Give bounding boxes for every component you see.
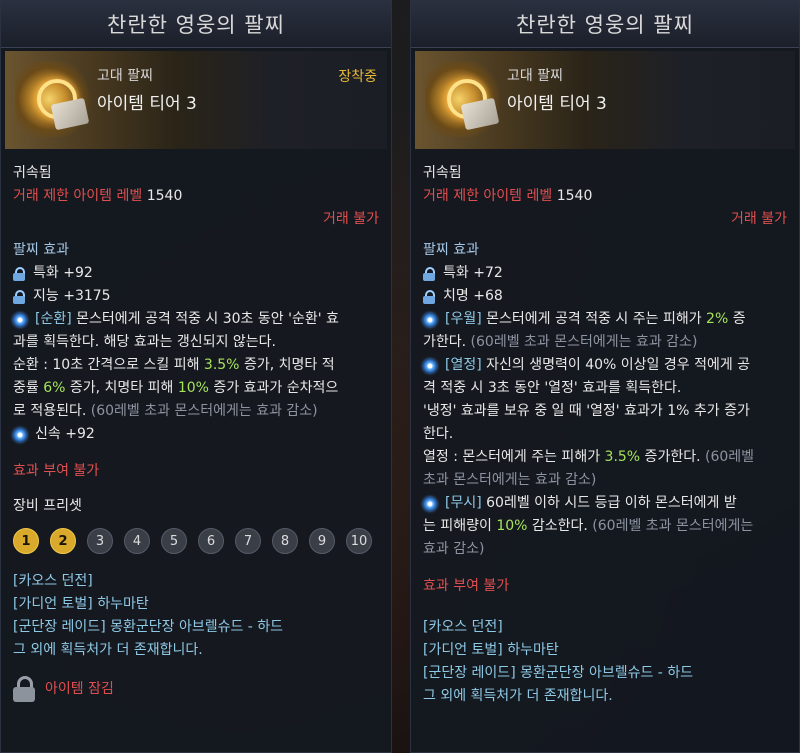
padlock-icon (13, 676, 35, 702)
item-header: 고대 팔찌 아이템 티어 3 (415, 51, 795, 149)
source-legion-raid: [군단장 레이드] 몽환군단장 아브렐슈드 - 하드 (423, 665, 694, 681)
no-effect-label: 효과 부여 불가 (13, 463, 100, 479)
preset-9[interactable]: 9 (309, 528, 335, 554)
effect-disregard-line3: 효과 감소) (423, 541, 485, 557)
equipped-badge: 장착중 (338, 69, 377, 85)
item-name: 찬란한 영웅의 팔찌 (1, 1, 391, 48)
effect-superiority: [우월] 몬스터에게 공격 적중 시 주는 피해가 2% 증 (423, 308, 787, 331)
preset-7[interactable]: 7 (235, 528, 261, 554)
effect-swirl-icon (423, 312, 437, 327)
acquisition-sources: [카오스 던전] [가디언 토벌] 하누마탄 [군단장 레이드] 몽환군단장 아… (423, 616, 787, 708)
source-chaos-dungeon: [카오스 던전] (13, 573, 93, 589)
preset-8[interactable]: 8 (272, 528, 298, 554)
effect-cycle-line3: 순환 : 10초 간격으로 스킬 피해 3.5% 증가, 치명타 적 (13, 357, 335, 373)
effect-passion-line6: 초과 몬스터에게는 효과 감소) (423, 472, 597, 488)
bound-status: 귀속됨 (423, 165, 462, 181)
effect-passion-line5: 열정 : 몬스터에게 주는 피해가 3.5% 증가한다. (60레벨 (423, 449, 755, 465)
effect-superiority-line2: 가한다. (60레벨 초과 몬스터에게는 효과 감소) (423, 334, 698, 350)
lock-icon (13, 289, 25, 304)
acquisition-sources: [카오스 던전] [가디언 토벌] 하누마탄 [군단장 레이드] 몽환군단장 아… (13, 570, 379, 662)
source-chaos-dungeon: [카오스 던전] (423, 619, 503, 635)
bound-status: 귀속됨 (13, 165, 52, 181)
preset-6[interactable]: 6 (198, 528, 224, 554)
effect-cycle-line5: 로 적용된다. (60레벨 초과 몬스터에게는 효과 감소) (13, 403, 318, 419)
preset-10[interactable]: 10 (346, 528, 372, 554)
stat-specialization: 특화 +72 (423, 262, 787, 285)
effects-title: 팔찌 효과 (13, 242, 69, 258)
no-effect-label: 효과 부여 불가 (423, 578, 510, 594)
preset-title: 장비 프리셋 (13, 498, 82, 514)
lock-icon (423, 266, 435, 281)
source-guardian: [가디언 토벌] 하누마탄 (13, 596, 149, 612)
no-trade-label: 거래 불가 (323, 211, 379, 227)
item-tooltip-equipped: 찬란한 영웅의 팔찌 고대 팔찌 아이템 티어 3 장착중 귀속됨 거래 제한 … (0, 0, 392, 753)
tooltip-body: 귀속됨 거래 제한 아이템 레벨 1540 거래 불가 팔찌 효과 특화 +72… (411, 162, 799, 708)
item-tier: 아이템 티어 3 (507, 94, 607, 114)
item-name: 찬란한 영웅의 팔찌 (411, 1, 799, 48)
effect-passion-line2: 격 적중 시 3초 동안 '열정' 효과를 획득한다. (423, 380, 682, 396)
stat-swiftness: 신속 +92 (13, 423, 379, 446)
effect-disregard: [무시] 60레벨 이하 시드 등급 이하 몬스터에게 받 (423, 492, 787, 515)
effect-swirl-icon (423, 358, 437, 373)
bracelet-icon (425, 61, 501, 137)
trade-level: 거래 제한 아이템 레벨 1540 (423, 188, 593, 204)
item-type: 고대 팔찌 (97, 68, 153, 84)
preset-3[interactable]: 3 (87, 528, 113, 554)
lock-icon (423, 289, 435, 304)
preset-1[interactable]: 1 (13, 528, 39, 554)
preset-2[interactable]: 2 (50, 528, 76, 554)
stat-specialization: 특화 +92 (13, 262, 379, 285)
effect-passion-line3: '냉정' 효과를 보유 중 일 때 '열정' 효과가 1% 추가 증가 (423, 403, 750, 419)
effect-cycle: [순환] 몬스터에게 공격 적중 시 30초 동안 '순환' 효 (13, 308, 379, 331)
stat-intelligence: 지능 +3175 (13, 285, 379, 308)
effect-swirl-icon (13, 427, 27, 442)
effect-swirl-icon (423, 496, 437, 511)
item-locked: 아이템 잠김 (13, 676, 379, 702)
source-guardian: [가디언 토벌] 하누마탄 (423, 642, 559, 658)
effect-cycle-line4: 중률 6% 증가, 치명타 피해 10% 증가 효과가 순차적으 (13, 380, 339, 396)
effect-passion-line4: 한다. (423, 426, 454, 442)
source-more: 그 외에 획득처가 더 존재합니다. (13, 642, 203, 658)
item-tier: 아이템 티어 3 (97, 94, 197, 114)
no-trade-label: 거래 불가 (731, 211, 787, 227)
effect-cycle-line2: 과를 획득한다. 해당 효과는 갱신되지 않는다. (13, 334, 276, 350)
preset-5[interactable]: 5 (161, 528, 187, 554)
source-legion-raid: [군단장 레이드] 몽환군단장 아브렐슈드 - 하드 (13, 619, 284, 635)
item-header: 고대 팔찌 아이템 티어 3 장착중 (5, 51, 387, 149)
effects-title: 팔찌 효과 (423, 242, 479, 258)
source-more: 그 외에 획득처가 더 존재합니다. (423, 688, 613, 704)
tooltip-body: 귀속됨 거래 제한 아이템 레벨 1540 거래 불가 팔찌 효과 특화 +92… (1, 162, 391, 702)
lock-icon (13, 266, 25, 281)
item-type: 고대 팔찌 (507, 68, 563, 84)
effect-passion: [열정] 자신의 생명력이 40% 이상일 경우 적에게 공 (423, 354, 787, 377)
bracelet-icon (15, 61, 91, 137)
item-tooltip-compare: 찬란한 영웅의 팔찌 고대 팔찌 아이템 티어 3 귀속됨 거래 제한 아이템 … (410, 0, 800, 753)
preset-4[interactable]: 4 (124, 528, 150, 554)
effect-swirl-icon (13, 312, 27, 327)
trade-level: 거래 제한 아이템 레벨 1540 (13, 188, 183, 204)
stat-crit: 치명 +68 (423, 285, 787, 308)
effect-disregard-line2: 는 피해량이 10% 감소한다. (60레벨 초과 몬스터에게는 (423, 518, 754, 534)
preset-row: 1 2 3 4 5 6 7 8 9 10 (13, 528, 379, 554)
